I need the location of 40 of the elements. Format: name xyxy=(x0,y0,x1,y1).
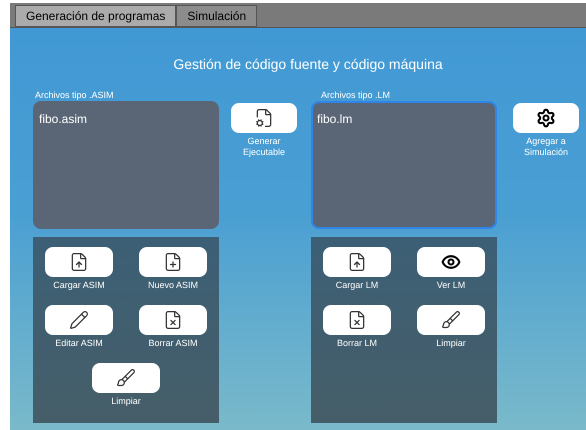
icon-button[interactable] xyxy=(45,305,113,335)
icon-button[interactable] xyxy=(323,305,391,335)
file-list-item[interactable]: fibo.lm xyxy=(317,111,491,127)
button-label: Borrar LM xyxy=(336,338,377,349)
file-gear-icon xyxy=(254,108,274,128)
button-label: Cargar LM xyxy=(336,280,378,291)
file-upload-icon xyxy=(69,252,89,272)
file-upload-icon xyxy=(347,252,367,272)
button-label: Ver LM xyxy=(436,280,466,291)
file-list[interactable]: fibo.lm xyxy=(311,101,497,229)
icon-button[interactable] xyxy=(417,247,485,277)
file-list-item[interactable]: fibo.asim xyxy=(39,111,213,127)
file-x-icon xyxy=(347,310,367,330)
eye-icon xyxy=(441,252,461,272)
page-title: Gestión de código fuente y código máquina xyxy=(172,55,444,74)
button-label: Limpiar xyxy=(436,338,466,349)
button-label: Agregar a Simulación xyxy=(524,136,568,158)
section-label: Archivos tipo .ASIM xyxy=(34,89,115,101)
icon-button[interactable] xyxy=(139,247,207,277)
icon-button[interactable] xyxy=(323,247,391,277)
button-label: Generar Ejecutable xyxy=(242,136,286,158)
tab[interactable]: Generación de programas xyxy=(15,5,176,27)
button-label: Editar ASIM xyxy=(55,338,103,349)
file-list[interactable]: fibo.asim xyxy=(33,101,219,229)
icon-button[interactable] xyxy=(417,305,485,335)
button-label: Cargar ASIM xyxy=(53,280,105,291)
icon-button[interactable] xyxy=(45,247,113,277)
pencil-icon xyxy=(69,310,89,330)
button-label: Limpiar xyxy=(111,396,141,407)
icon-button[interactable] xyxy=(92,363,160,393)
gear-icon xyxy=(536,108,556,128)
file-x-icon xyxy=(163,310,183,330)
file-plus-icon xyxy=(163,252,183,272)
icon-button[interactable] xyxy=(231,103,297,133)
section-label: Archivos tipo .LM xyxy=(320,89,392,101)
button-label: Borrar ASIM xyxy=(148,338,198,349)
icon-button[interactable] xyxy=(139,305,207,335)
button-label: Nuevo ASIM xyxy=(148,280,198,291)
icon-button[interactable] xyxy=(513,103,579,133)
tab[interactable]: Simulación xyxy=(176,5,258,27)
